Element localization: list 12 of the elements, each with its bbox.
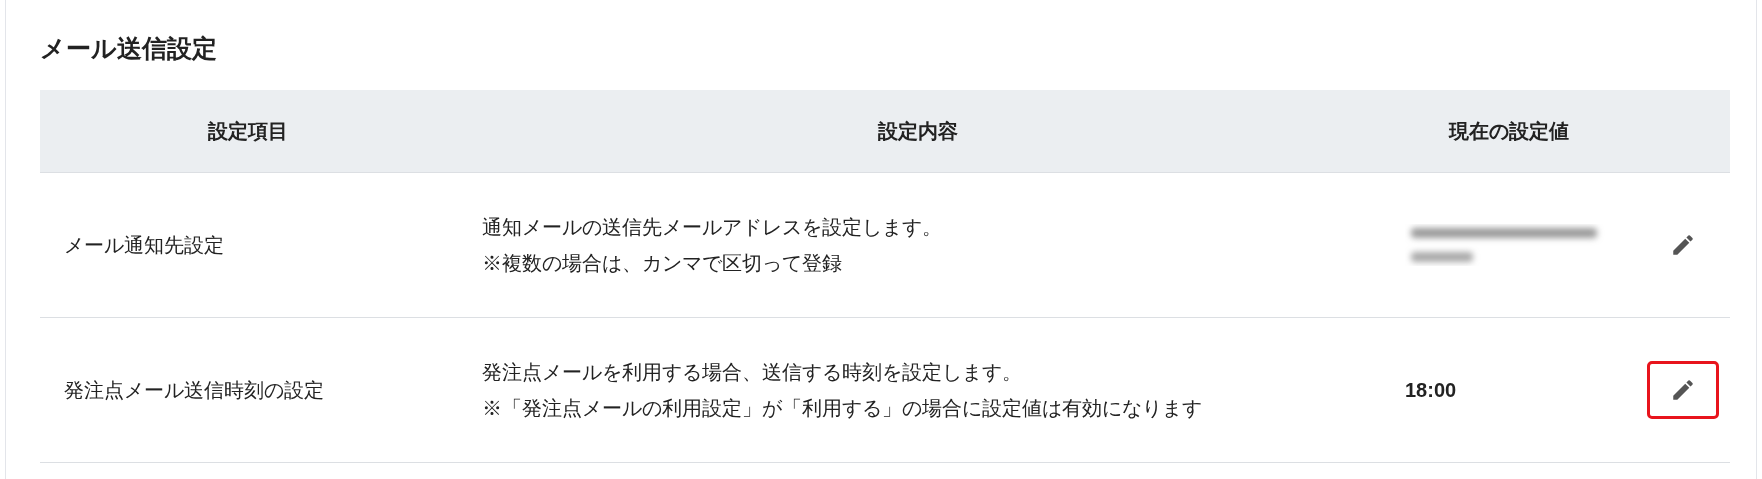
column-header: 設定内容: [877, 118, 959, 144]
section-title: メール送信設定: [40, 33, 218, 64]
description-text: ※複数の場合は、カンマで区切って登録: [482, 250, 843, 276]
setting-value: 18:00: [1405, 377, 1457, 403]
setting-name: 発注点メール送信時刻の設定: [64, 378, 324, 401]
column-header: 現在の設定値: [1447, 118, 1570, 144]
description-text: 通知メールの送信先メールアドレスを設定します。: [482, 214, 943, 240]
description-text: 発注点メールを利用する場合、送信する時刻を設定します。: [482, 359, 1023, 385]
description-text: ※「発注点メールの利用設定」が「利用する」の場合に設定値は有効になります: [482, 395, 1203, 421]
column-header: 設定項目: [206, 118, 289, 144]
edit-button[interactable]: [1647, 360, 1719, 419]
setting-name: メール通知先設定: [64, 233, 224, 256]
